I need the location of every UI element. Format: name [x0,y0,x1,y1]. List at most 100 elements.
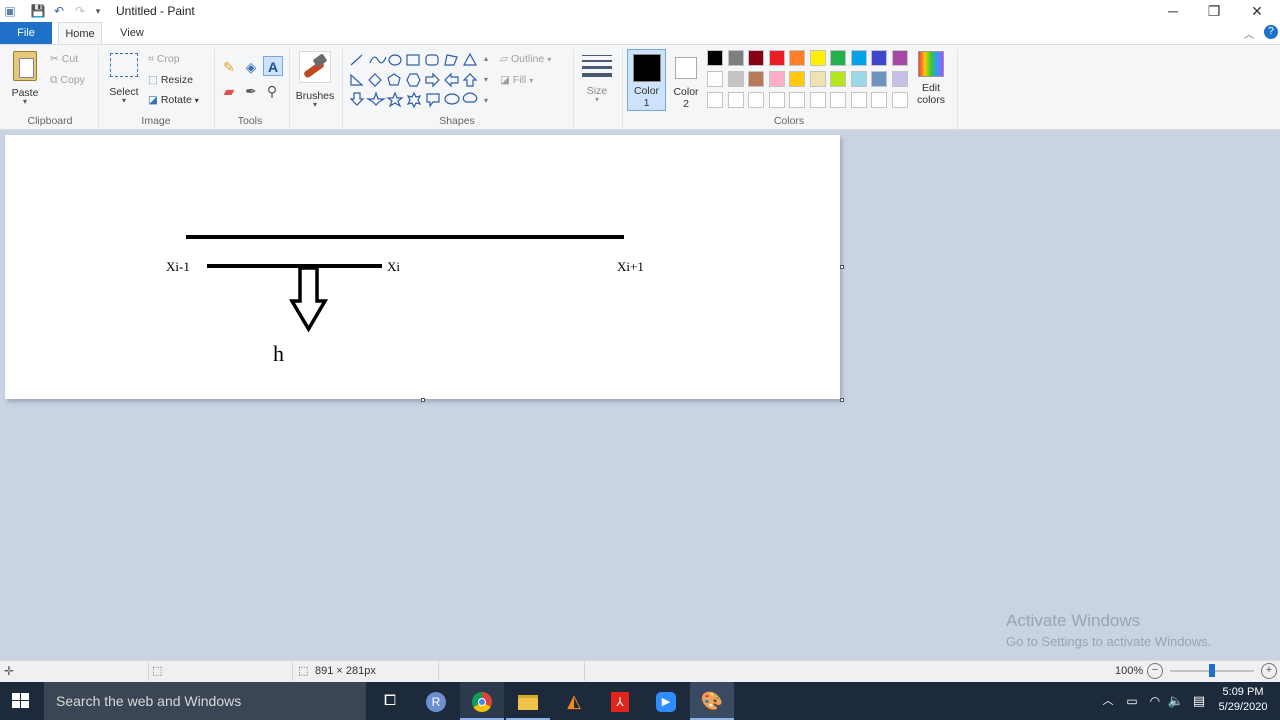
zoom-in-icon[interactable]: + [1261,663,1277,679]
text-tool-icon[interactable]: A [263,56,283,76]
color-swatch[interactable] [850,50,867,66]
crop-label: Crop [156,53,180,65]
select-button[interactable]: Select ▾ [108,53,140,105]
color-swatch[interactable] [748,71,764,87]
edit-colors-button[interactable]: Edit colors [914,49,948,106]
color-picker-icon[interactable]: ✒ [242,83,260,100]
color-swatch[interactable] [789,50,805,66]
copy-button[interactable]: ⧉ Copy [50,74,85,87]
color-swatch[interactable] [850,92,867,108]
crop-button[interactable]: ⌗ Crop [148,53,180,66]
minimize-button[interactable]: ─ [1150,0,1196,22]
fill-bucket-icon[interactable]: ◈ [242,59,260,76]
color2-button[interactable]: Color 2 [668,49,704,111]
down-arrow-shape-icon [349,92,365,106]
file-explorer-app[interactable] [506,682,550,720]
taskbar: Search the web and Windows ⧠ R ◭ ⅄ ▶ 🎨 ︿… [0,682,1280,720]
color-swatch[interactable] [891,50,908,66]
show-hidden-icons-icon[interactable]: ︿ [1100,682,1116,720]
color-swatch[interactable] [789,92,805,108]
rstudio-app[interactable]: R [414,682,458,720]
fill-button[interactable]: ◪ Fill ▾ [500,74,533,86]
volume-icon[interactable]: 🔈 [1167,682,1185,720]
image-group-label: Image [141,115,171,127]
color-swatch[interactable] [727,92,744,108]
shapes-gallery[interactable]: ▴ ▾ ▾ [348,51,493,111]
color-swatch[interactable] [727,50,744,66]
cut-label: Cut [61,53,79,65]
eraser-icon[interactable]: ▰ [220,83,238,100]
color-swatch[interactable] [809,71,826,87]
redo-icon[interactable]: ↷ [72,3,88,19]
zoom-app[interactable]: ▶ [644,682,688,720]
paint-app[interactable]: 🎨 [690,682,734,720]
battery-icon[interactable]: ▭ [1123,682,1141,720]
color-swatch[interactable] [809,92,826,108]
status-separator [148,661,149,681]
tab-file[interactable]: File [0,22,52,44]
restore-button[interactable]: ❐ [1191,0,1237,22]
chrome-app[interactable] [460,682,504,720]
matlab-app[interactable]: ◭ [552,682,596,720]
tab-view[interactable]: View [110,22,154,44]
zoom-slider-thumb[interactable] [1209,664,1215,677]
close-button[interactable]: ✕ [1234,0,1280,22]
quick-access-dropdown-icon[interactable]: ▾ [90,3,106,19]
brushes-button[interactable]: Brushes ▾ [294,51,336,109]
color-swatch[interactable] [707,92,723,108]
help-icon[interactable]: ? [1264,25,1278,39]
taskbar-clock[interactable]: 5:09 PM 5/29/2020 [1212,685,1274,715]
save-icon[interactable]: 💾 [30,3,46,19]
canvas-resize-handle-corner[interactable] [840,398,844,402]
wifi-icon[interactable]: ◠ [1146,682,1164,720]
color-swatch[interactable] [830,71,846,87]
color-swatch[interactable] [871,92,887,108]
collapse-ribbon-icon[interactable]: ︿ [1244,26,1254,41]
rainbow-palette-icon [918,51,944,77]
drawing-canvas[interactable]: Xi-1 Xi Xi+1 h [5,135,840,399]
color-palette [707,50,913,112]
tab-home[interactable]: Home [58,22,102,44]
color2-label: Color 2 [673,86,699,110]
select-rectangle-icon [110,53,138,77]
color-swatch[interactable] [768,50,785,66]
size-button[interactable]: Size ▾ [580,51,614,104]
resize-button[interactable]: ⬚ Resize [148,74,193,86]
color-swatch[interactable] [830,92,846,108]
outline-button[interactable]: ▱ Outline ▾ [500,53,551,65]
magnifier-icon[interactable]: ⚲ [263,83,281,100]
cut-button[interactable]: ✂ Cut [50,53,78,65]
color-swatch[interactable] [748,50,764,66]
color-swatch[interactable] [727,71,744,87]
color-swatch[interactable] [707,71,723,87]
action-center-icon[interactable]: ▤ [1190,682,1208,720]
acrobat-icon: ⅄ [611,692,629,713]
acrobat-app[interactable]: ⅄ [598,682,642,720]
status-separator [584,661,585,681]
shapes-scroll-up-icon: ▴ [484,54,488,63]
color-swatch[interactable] [768,92,785,108]
color-swatch[interactable] [830,50,846,66]
paste-icon [13,51,37,81]
task-view-icon[interactable]: ⧠ [368,682,412,720]
pencil-icon[interactable]: ✎ [220,59,238,76]
taskbar-search-box[interactable]: Search the web and Windows [44,682,366,720]
color-swatch[interactable] [809,50,826,66]
color-swatch[interactable] [768,71,785,87]
canvas-resize-handle-bottom[interactable] [421,398,425,402]
color-swatch[interactable] [891,71,908,87]
color1-button[interactable]: Color 1 [627,49,666,111]
color-swatch[interactable] [789,71,805,87]
undo-icon[interactable]: ↶ [51,3,67,19]
color-swatch[interactable] [850,71,867,87]
windows-start-icon[interactable] [12,693,30,709]
color-swatch[interactable] [891,92,908,108]
paste-button[interactable]: Paste ▾ [8,51,42,106]
color-swatch[interactable] [707,50,723,66]
color-swatch[interactable] [871,71,887,87]
canvas-resize-handle-right[interactable] [840,265,844,269]
color-swatch[interactable] [871,50,887,66]
zoom-out-icon[interactable]: − [1147,663,1163,679]
rotate-button[interactable]: ◪ Rotate ▾ [148,94,199,106]
color-swatch[interactable] [748,92,764,108]
